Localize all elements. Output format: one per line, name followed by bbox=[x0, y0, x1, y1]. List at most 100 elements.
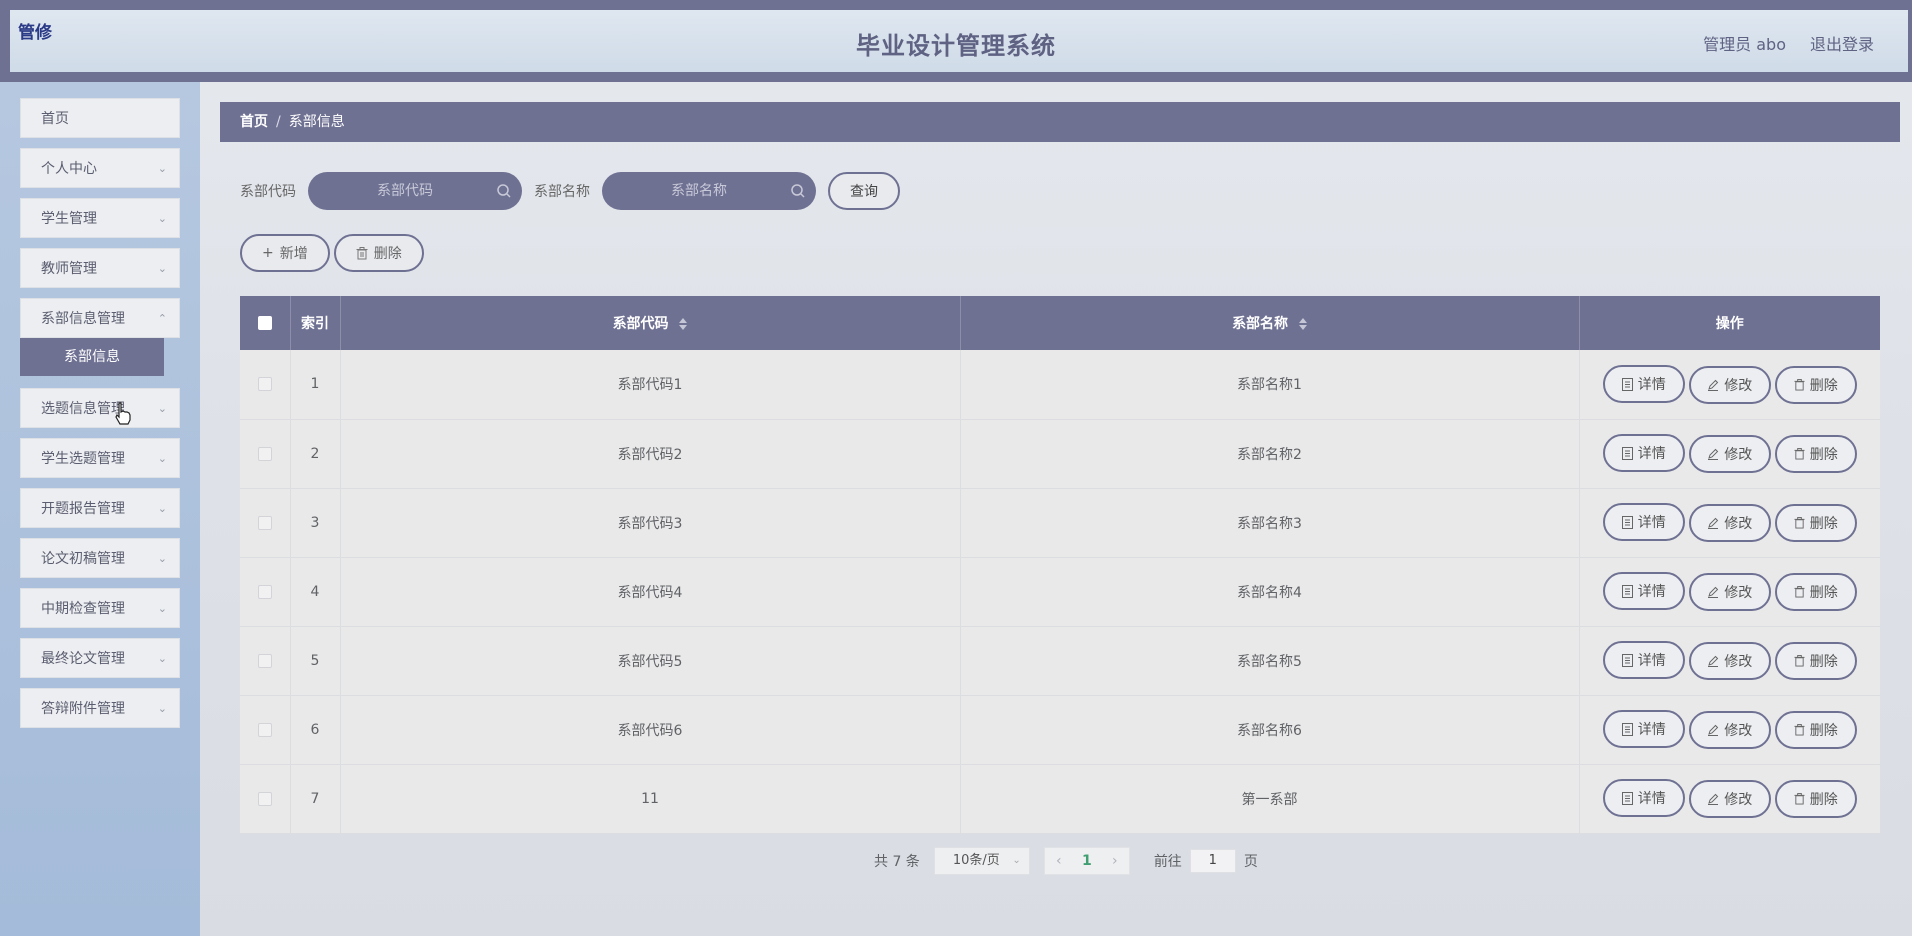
prev-page-button[interactable]: ‹ bbox=[1045, 853, 1073, 869]
edit-button[interactable]: 修改 bbox=[1688, 365, 1771, 404]
table-row: 3 系部代码3 系部名称3 详情 修改 删除 bbox=[240, 488, 1880, 558]
breadcrumb-current: 系部信息 bbox=[288, 114, 345, 130]
row-department-name: 系部名称5 bbox=[960, 626, 1580, 696]
sidebar-item-proposal-management[interactable]: 开题报告管理 ⌄ bbox=[20, 488, 180, 528]
page-number-current[interactable]: 1 bbox=[1073, 853, 1101, 869]
user-name[interactable]: 管理员 abo bbox=[1703, 31, 1786, 55]
select-all-checkbox[interactable] bbox=[257, 316, 272, 330]
detail-button[interactable]: 详情 bbox=[1602, 365, 1685, 403]
delete-button[interactable]: 删除 bbox=[1774, 434, 1857, 473]
delete-button-label: 删除 bbox=[1809, 653, 1838, 670]
sidebar-item-home[interactable]: 首页 bbox=[20, 98, 180, 138]
delete-button[interactable]: 删除 bbox=[1774, 365, 1857, 404]
add-button[interactable]: + 新增 bbox=[240, 234, 330, 272]
department-table: 索引 系部代码 系部名称 操作 1 系部代码1 系部名称1 详情 修改 删除 2 系部代码2 系… bbox=[240, 296, 1880, 834]
delete-button[interactable]: 删除 bbox=[1774, 710, 1857, 749]
delete-button-label: 删除 bbox=[1809, 515, 1838, 532]
trash-icon bbox=[1794, 723, 1805, 736]
sort-icon[interactable] bbox=[679, 318, 688, 330]
row-checkbox[interactable] bbox=[257, 584, 272, 599]
edit-button-label: 修改 bbox=[1724, 791, 1753, 808]
detail-button-label: 详情 bbox=[1637, 584, 1666, 601]
delete-button-label: 删除 bbox=[1809, 791, 1838, 808]
logout-link[interactable]: 退出登录 bbox=[1810, 31, 1874, 55]
edit-button-label: 修改 bbox=[1724, 584, 1753, 601]
col-header-name[interactable]: 系部名称 bbox=[960, 296, 1580, 350]
table-row: 4 系部代码4 系部名称4 详情 修改 删除 bbox=[240, 557, 1880, 627]
department-name-label: 系部名称 bbox=[534, 184, 590, 200]
delete-button[interactable]: 删除 bbox=[1774, 641, 1857, 680]
goto-page-input[interactable]: 1 bbox=[1189, 849, 1236, 873]
row-department-name: 系部名称4 bbox=[960, 557, 1580, 627]
row-actions: 详情 修改 删除 bbox=[1579, 626, 1880, 696]
edit-button[interactable]: 修改 bbox=[1688, 710, 1771, 749]
document-icon bbox=[1621, 722, 1633, 736]
edit-button-label: 修改 bbox=[1724, 515, 1753, 532]
page-size-select[interactable]: 10条/页 ⌄ bbox=[933, 847, 1030, 875]
sidebar-item-midterm-management[interactable]: 中期检查管理 ⌄ bbox=[20, 588, 180, 628]
chevron-down-icon: ⌄ bbox=[157, 502, 167, 515]
chevron-down-icon: ⌄ bbox=[157, 212, 167, 225]
chevron-up-icon: ⌃ bbox=[157, 312, 167, 325]
row-checkbox[interactable] bbox=[257, 515, 272, 530]
edit-button[interactable]: 修改 bbox=[1688, 572, 1771, 611]
detail-button[interactable]: 详情 bbox=[1602, 434, 1685, 473]
sidebar-item-final-thesis-management[interactable]: 最终论文管理 ⌄ bbox=[20, 638, 180, 678]
department-name-input[interactable] bbox=[602, 172, 816, 210]
edit-button[interactable]: 修改 bbox=[1688, 434, 1771, 473]
detail-button-label: 详情 bbox=[1637, 791, 1666, 808]
select-all-cell bbox=[240, 296, 291, 350]
delete-button[interactable]: 删除 bbox=[1774, 779, 1857, 818]
row-checkbox[interactable] bbox=[257, 722, 272, 737]
sidebar-item-department-management[interactable]: 系部信息管理 ⌃ bbox=[20, 298, 180, 338]
search-icon bbox=[497, 184, 511, 198]
row-department-code: 系部代码1 bbox=[340, 350, 961, 420]
detail-button[interactable]: 详情 bbox=[1602, 572, 1685, 611]
delete-button[interactable]: 删除 bbox=[1774, 572, 1857, 611]
search-icon bbox=[791, 184, 805, 198]
row-department-name: 系部名称2 bbox=[960, 419, 1580, 489]
action-row: + 新增 删除 bbox=[240, 234, 424, 272]
breadcrumb-home[interactable]: 首页 bbox=[240, 114, 268, 130]
table-row: 6 系部代码6 系部名称6 详情 修改 删除 bbox=[240, 695, 1880, 765]
department-code-input[interactable] bbox=[308, 172, 522, 210]
row-actions: 详情 修改 删除 bbox=[1579, 350, 1880, 420]
row-checkbox[interactable] bbox=[257, 446, 272, 461]
sidebar-subitem-department-info[interactable]: 系部信息 bbox=[20, 338, 164, 376]
detail-button[interactable]: 详情 bbox=[1602, 779, 1685, 818]
edit-icon bbox=[1708, 448, 1719, 460]
col-header-code[interactable]: 系部代码 bbox=[340, 296, 961, 350]
row-checkbox[interactable] bbox=[257, 791, 272, 806]
batch-delete-button[interactable]: 删除 bbox=[333, 234, 424, 272]
delete-button[interactable]: 删除 bbox=[1774, 503, 1857, 542]
detail-button[interactable]: 详情 bbox=[1602, 710, 1685, 749]
sidebar-item-draft-management[interactable]: 论文初稿管理 ⌄ bbox=[20, 538, 180, 578]
pagination-total: 共 7 条 bbox=[874, 854, 920, 870]
delete-button-label: 删除 bbox=[1809, 446, 1838, 463]
detail-button[interactable]: 详情 bbox=[1602, 641, 1685, 680]
row-checkbox[interactable] bbox=[257, 653, 272, 668]
edit-button[interactable]: 修改 bbox=[1688, 641, 1771, 680]
next-page-button[interactable]: › bbox=[1101, 853, 1129, 869]
sidebar-item-topic-management[interactable]: 选题信息管理 ⌄ bbox=[20, 388, 180, 428]
edit-icon bbox=[1708, 379, 1719, 391]
add-button-label: 新增 bbox=[279, 246, 308, 262]
sidebar-item-student-management[interactable]: 学生管理 ⌄ bbox=[20, 198, 180, 238]
document-icon bbox=[1621, 377, 1633, 391]
row-checkbox[interactable] bbox=[257, 377, 272, 392]
sidebar-item-teacher-management[interactable]: 教师管理 ⌄ bbox=[20, 248, 180, 288]
row-department-code: 系部代码3 bbox=[340, 488, 961, 558]
page-nav: ‹ 1 › bbox=[1043, 847, 1130, 875]
edit-button[interactable]: 修改 bbox=[1688, 503, 1771, 542]
sidebar-item-student-topic-management[interactable]: 学生选题管理 ⌄ bbox=[20, 438, 180, 478]
sort-icon[interactable] bbox=[1298, 318, 1307, 330]
detail-button[interactable]: 详情 bbox=[1602, 503, 1685, 542]
breadcrumb: 首页 / 系部信息 bbox=[220, 102, 1900, 142]
col-header-name-label: 系部名称 bbox=[1232, 316, 1289, 332]
query-button[interactable]: 查询 bbox=[828, 172, 900, 210]
sidebar-item-defense-attachment-management[interactable]: 答辩附件管理 ⌄ bbox=[20, 688, 180, 728]
sidebar-item-personal-center[interactable]: 个人中心 ⌄ bbox=[20, 148, 180, 188]
row-select-cell bbox=[240, 557, 291, 627]
chevron-down-icon: ⌄ bbox=[157, 162, 167, 175]
edit-button[interactable]: 修改 bbox=[1688, 779, 1771, 818]
